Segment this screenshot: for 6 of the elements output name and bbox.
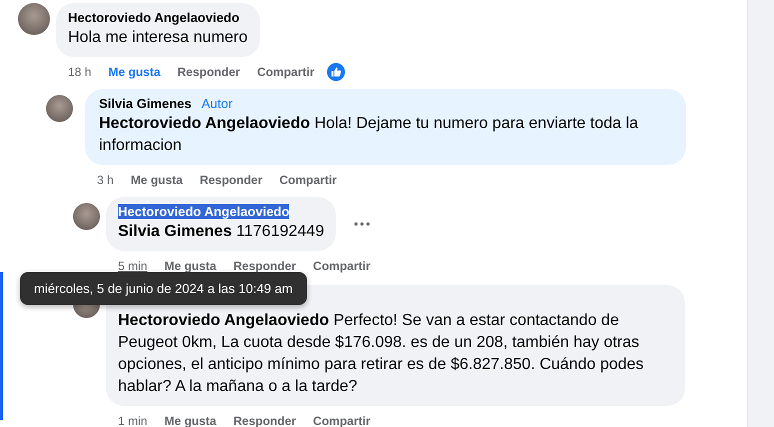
comment-text: Hola me interesa numero (68, 28, 248, 48)
date-tooltip: miércoles, 5 de junio de 2024 a las 10:49 am (20, 272, 307, 305)
comment-text: Hectoroviedo Angelaoviedo Hola! Dejame tu numero para enviarte toda la informacion (99, 114, 640, 156)
comment-text: Hectoroviedo Angelaoviedo Perfecto! Se van a estar contactando de Peugeot 0km, La cuota desde $176.098. es de un 208, también hay otras opciones, el anticipo mínimo para retirar es de $6.827.850. Cuándo podes hablar? A la mañana o a la tarde? (118, 311, 645, 397)
comment-text: Silvia Gimenes 1176192449 (118, 222, 324, 242)
author-role-label: Autor (202, 96, 233, 111)
